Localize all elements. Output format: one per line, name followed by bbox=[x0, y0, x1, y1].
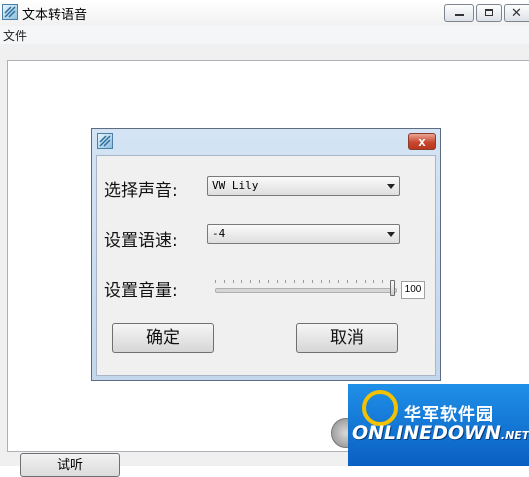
slider-tick bbox=[259, 280, 260, 283]
watermark-ring-icon bbox=[362, 390, 398, 426]
voice-select[interactable]: VW Lily bbox=[207, 176, 400, 196]
slider-tick bbox=[321, 280, 322, 283]
slider-tick bbox=[224, 280, 225, 283]
chevron-down-icon bbox=[387, 184, 395, 189]
menu-bar: 文件 bbox=[0, 26, 529, 45]
watermark-en-main: ONLINEDOWN bbox=[352, 422, 501, 444]
minimize-icon bbox=[455, 14, 464, 16]
ok-button[interactable]: 确定 bbox=[112, 323, 214, 353]
slider-tick bbox=[285, 280, 286, 283]
voice-settings-dialog: x 选择声音: VW Lily 设置语速: -4 设置音量: 100 确定 取消 bbox=[91, 128, 441, 381]
dialog-app-icon bbox=[97, 133, 113, 149]
watermark-logo: 华军软件园 ONLINEDOWN.NET bbox=[348, 384, 529, 466]
window-title: 文本转语音 bbox=[22, 7, 88, 22]
slider-tick bbox=[294, 280, 295, 283]
voice-select-value: VW Lily bbox=[212, 179, 259, 192]
dialog-close-icon: x bbox=[418, 134, 426, 149]
slider-tick bbox=[382, 280, 383, 283]
volume-slider-track[interactable] bbox=[215, 288, 397, 293]
slider-tick bbox=[312, 280, 313, 283]
slider-tick bbox=[277, 280, 278, 283]
volume-slider-thumb[interactable] bbox=[390, 280, 395, 296]
slider-tick bbox=[268, 280, 269, 283]
slider-tick bbox=[233, 280, 234, 283]
slider-tick bbox=[241, 280, 242, 283]
slider-tick bbox=[303, 280, 304, 283]
maximize-button[interactable] bbox=[476, 4, 502, 22]
voice-label: 选择声音: bbox=[104, 181, 178, 201]
try-listen-button[interactable]: 试听 bbox=[20, 453, 120, 477]
volume-label: 设置音量: bbox=[104, 281, 178, 301]
dialog-body: 选择声音: VW Lily 设置语速: -4 设置音量: 100 确定 取消 bbox=[96, 155, 436, 376]
slider-tick bbox=[347, 280, 348, 283]
speed-select-value: -4 bbox=[212, 227, 226, 240]
maximize-icon bbox=[485, 9, 493, 16]
minimize-button[interactable] bbox=[444, 4, 474, 22]
chevron-down-icon bbox=[387, 232, 395, 237]
slider-tick bbox=[250, 280, 251, 283]
slider-tick bbox=[356, 280, 357, 283]
speed-label: 设置语速: bbox=[104, 231, 178, 251]
window-close-button[interactable]: ✕ bbox=[504, 4, 529, 22]
slider-tick bbox=[365, 280, 366, 283]
watermark-en-suffix: .NET bbox=[500, 429, 529, 442]
dialog-close-button[interactable]: x bbox=[408, 133, 436, 150]
watermark-en-text: ONLINEDOWN.NET bbox=[352, 422, 529, 444]
slider-tick bbox=[329, 280, 330, 283]
app-icon bbox=[2, 4, 18, 20]
slider-tick bbox=[215, 280, 216, 283]
main-title-bar: 文本转语音 ✕ bbox=[0, 0, 529, 26]
menu-file[interactable]: 文件 bbox=[3, 27, 27, 44]
close-icon: ✕ bbox=[511, 5, 522, 20]
cancel-button[interactable]: 取消 bbox=[296, 323, 398, 353]
slider-tick bbox=[338, 280, 339, 283]
speed-select[interactable]: -4 bbox=[207, 224, 400, 244]
slider-tick bbox=[373, 280, 374, 283]
volume-value: 100 bbox=[401, 281, 425, 299]
